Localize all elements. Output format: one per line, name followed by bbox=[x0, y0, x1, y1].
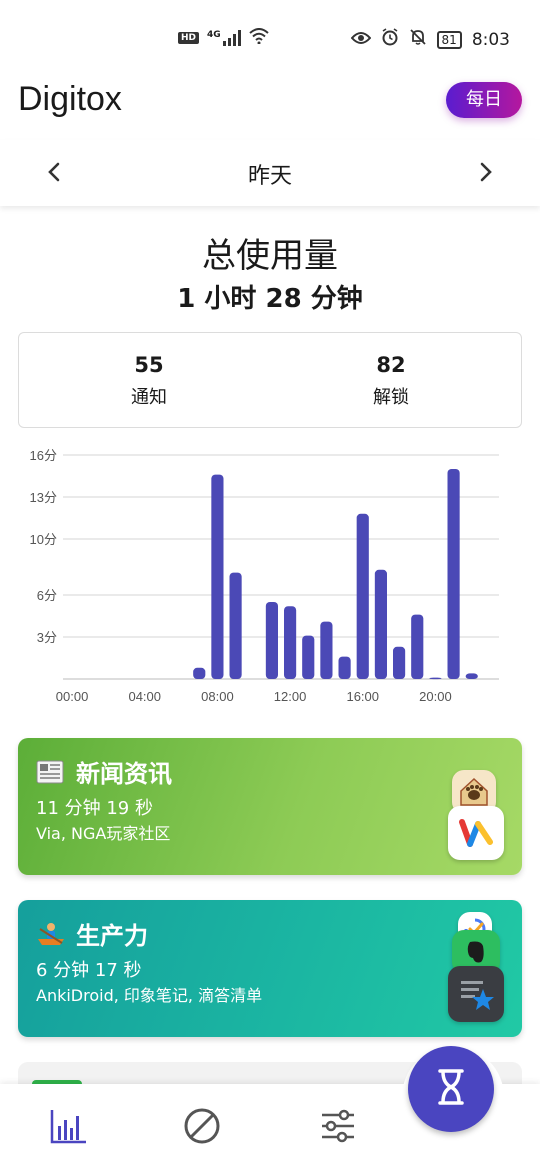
rowing-boat-icon bbox=[36, 919, 66, 949]
stats-panel: 55 通知 82 解锁 bbox=[18, 332, 522, 428]
y-tick-label: 6分 bbox=[37, 588, 57, 603]
bar-chart-icon[interactable] bbox=[46, 1104, 90, 1148]
bar-hour-12 bbox=[284, 606, 297, 679]
day-label: 昨天 bbox=[247, 164, 292, 189]
sliders-icon[interactable] bbox=[316, 1104, 360, 1148]
notifications-label: 通知 bbox=[131, 387, 167, 408]
day-navigator: 昨天 bbox=[0, 140, 540, 206]
hd-badge: HD bbox=[178, 32, 200, 44]
unlocks-stat: 82 解锁 bbox=[291, 353, 491, 409]
card-header: 新闻资讯 bbox=[36, 754, 172, 789]
x-tick-label: 04:00 bbox=[128, 689, 161, 704]
status-left: HD 4G bbox=[178, 28, 269, 48]
hourglass-fab-button[interactable] bbox=[408, 1046, 494, 1132]
card-apps: AnkiDroid, 印象笔记, 滴答清单 bbox=[36, 986, 263, 1005]
y-tick-label: 13分 bbox=[30, 490, 57, 505]
bar-hour-8 bbox=[211, 474, 224, 679]
card-apps: Via, NGA玩家社区 bbox=[36, 824, 171, 843]
via-browser-icon bbox=[448, 806, 504, 860]
x-tick-label: 00:00 bbox=[56, 689, 89, 704]
category-card-news[interactable]: 新闻资讯 11 分钟 19 秒 Via, NGA玩家社区 bbox=[18, 738, 522, 875]
battery-indicator: 81 bbox=[436, 30, 462, 49]
notifications-stat: 55 通知 bbox=[49, 353, 249, 409]
app-title: Digitox bbox=[18, 80, 122, 118]
bar-hour-14 bbox=[320, 621, 333, 679]
x-tick-label: 16:00 bbox=[346, 689, 379, 704]
hourglass-icon bbox=[434, 1067, 468, 1111]
bar-hour-16 bbox=[356, 513, 369, 679]
card-title: 生产力 bbox=[76, 922, 148, 950]
y-tick-label: 3分 bbox=[37, 630, 57, 645]
clock: 8:03 bbox=[471, 29, 510, 50]
network-type: 4G bbox=[207, 30, 221, 40]
bar-hour-21 bbox=[447, 469, 460, 679]
bar-hour-7 bbox=[193, 667, 206, 679]
x-tick-label: 12:00 bbox=[274, 689, 307, 704]
bar-hour-9 bbox=[229, 572, 242, 679]
bar-hour-17 bbox=[374, 569, 387, 679]
total-usage-title: 总使用量 bbox=[202, 236, 338, 276]
status-right: 81 8:03 bbox=[350, 28, 510, 51]
card-time: 11 分钟 19 秒 bbox=[36, 798, 153, 819]
bar-hour-13 bbox=[302, 635, 315, 679]
unlocks-label: 解锁 bbox=[373, 387, 409, 408]
ankidroid-icon bbox=[448, 966, 504, 1022]
bar-hour-19 bbox=[411, 614, 424, 679]
period-toggle-button[interactable]: 每日 bbox=[446, 82, 522, 118]
signal-icon: 4G bbox=[207, 30, 241, 46]
card-time: 6 分钟 17 秒 bbox=[36, 960, 142, 981]
y-tick-label: 10分 bbox=[30, 532, 57, 547]
wifi-icon bbox=[249, 28, 269, 48]
card-title: 新闻资讯 bbox=[76, 760, 172, 788]
status-bar: HD 4G 81 8:03 bbox=[0, 0, 540, 70]
eye-icon bbox=[350, 30, 371, 50]
hourly-usage-chart: 3分 6分 10分 13分 16分 00:00 04:00 08:00 12:00 16:00 20… bbox=[30, 448, 499, 704]
category-card-productivity[interactable]: 生产力 6 分钟 17 秒 AnkiDroid, 印象笔记, 滴答清单 bbox=[18, 900, 522, 1037]
bar-hour-22 bbox=[465, 673, 478, 679]
card-header: 生产力 bbox=[36, 916, 148, 951]
bar-hour-11 bbox=[265, 602, 278, 679]
x-tick-label: 08:00 bbox=[201, 689, 234, 704]
newspaper-icon bbox=[36, 757, 66, 787]
total-usage-value: 1 小时 28 分钟 bbox=[177, 284, 363, 314]
bar-hour-20 bbox=[429, 677, 442, 680]
block-icon[interactable] bbox=[180, 1104, 224, 1148]
bar-hour-18 bbox=[393, 646, 406, 679]
x-tick-label: 20:00 bbox=[419, 689, 452, 704]
notifications-count: 55 bbox=[134, 353, 164, 377]
mute-bell-icon bbox=[409, 28, 427, 51]
alarm-icon bbox=[381, 28, 399, 51]
bar-hour-15 bbox=[338, 656, 351, 679]
chevron-right-icon[interactable] bbox=[468, 154, 504, 190]
y-tick-label: 16分 bbox=[30, 448, 57, 463]
unlocks-count: 82 bbox=[376, 353, 406, 377]
